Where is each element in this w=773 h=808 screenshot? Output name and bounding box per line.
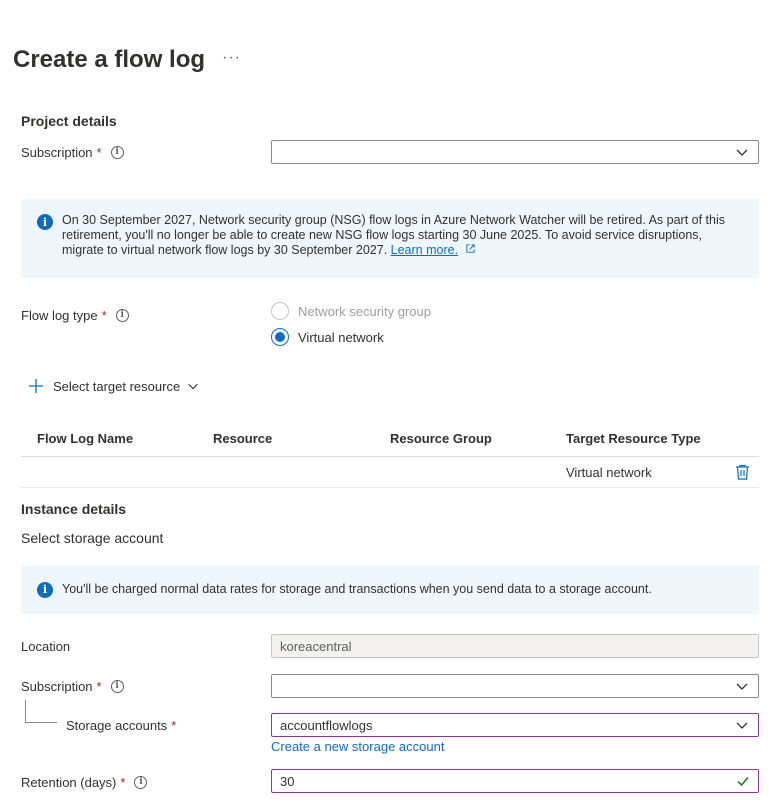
plus-icon (29, 379, 43, 393)
retention-label-text: Retention (days) (21, 775, 117, 790)
radio-virtual-network[interactable]: Virtual network (271, 328, 384, 346)
info-icon: i (37, 581, 53, 598)
subscription-label: Subscription * i (21, 145, 124, 160)
info-icon[interactable]: i (134, 776, 148, 789)
required-mark: * (96, 145, 102, 160)
retention-input[interactable]: 30 (271, 769, 759, 793)
banner-text: On 30 September 2027, Network security g… (62, 213, 743, 264)
cell-target-resource-type: Virtual network (566, 465, 652, 480)
select-storage-account-subtitle: Select storage account (21, 530, 164, 546)
required-mark: * (101, 308, 107, 323)
more-options-button[interactable]: ··· (222, 50, 241, 66)
location-field: koreacentral (271, 634, 759, 658)
storage-accounts-value: accountflowlogs (280, 717, 373, 733)
storage-accounts-label: Storage accounts * (66, 718, 176, 733)
chevron-down-icon (736, 149, 748, 156)
select-target-resource-button[interactable]: Select target resource (28, 378, 200, 394)
select-target-resource-label: Select target resource (53, 378, 181, 394)
subscription-label-text: Subscription (21, 679, 93, 694)
project-details-heading: Project details (21, 113, 117, 129)
required-mark: * (120, 775, 126, 790)
tree-connector (25, 700, 57, 723)
create-storage-account-link[interactable]: Create a new storage account (271, 739, 444, 754)
retention-label: Retention (days) * i (21, 775, 148, 790)
instance-details-heading: Instance details (21, 501, 127, 517)
trash-icon[interactable] (735, 464, 750, 480)
column-header-resource[interactable]: Resource (213, 431, 272, 446)
table-row: Virtual network (21, 457, 759, 488)
storage-banner-text: You'll be charged normal data rates for … (62, 582, 652, 596)
info-icon: i (37, 214, 53, 230)
radio-network-security-group[interactable]: Network security group (271, 302, 431, 320)
radio-dot (275, 332, 285, 342)
info-icon[interactable]: i (110, 146, 124, 159)
chevron-down-icon (736, 683, 748, 690)
info-icon[interactable]: i (115, 309, 129, 322)
storage-charge-banner: i You'll be charged normal data rates fo… (21, 565, 759, 614)
radio-label: Network security group (298, 303, 431, 319)
external-link-icon (465, 244, 475, 253)
required-mark: * (171, 718, 177, 733)
info-icon[interactable]: i (110, 680, 124, 693)
instance-subscription-label: Subscription * i (21, 679, 124, 694)
page-title: Create a flow log (13, 46, 206, 73)
subscription-label-text: Subscription (21, 145, 93, 160)
column-header-flow-log-name[interactable]: Flow Log Name (37, 431, 133, 446)
radio-circle (271, 302, 289, 320)
retention-value: 30 (280, 773, 295, 789)
required-mark: * (96, 679, 102, 694)
instance-subscription-dropdown[interactable] (271, 674, 759, 698)
subscription-dropdown[interactable] (271, 140, 759, 164)
flow-log-type-label: Flow log type * i (21, 308, 129, 323)
nsg-retirement-banner: i On 30 September 2027, Network security… (21, 199, 759, 278)
location-label: Location (21, 639, 71, 654)
chevron-down-icon (736, 722, 748, 729)
storage-accounts-dropdown[interactable]: accountflowlogs (271, 713, 759, 737)
storage-accounts-label-text: Storage accounts (66, 718, 168, 733)
radio-label: Virtual network (298, 329, 384, 345)
checkmark-icon (737, 777, 749, 787)
location-value: koreacentral (280, 638, 352, 654)
column-header-resource-group[interactable]: Resource Group (390, 431, 492, 446)
column-header-target-resource-type[interactable]: Target Resource Type (566, 431, 701, 446)
chevron-down-icon (188, 383, 198, 390)
flow-log-type-label-text: Flow log type (21, 308, 98, 323)
radio-circle (271, 328, 289, 346)
learn-more-link[interactable]: Learn more. (391, 243, 458, 257)
